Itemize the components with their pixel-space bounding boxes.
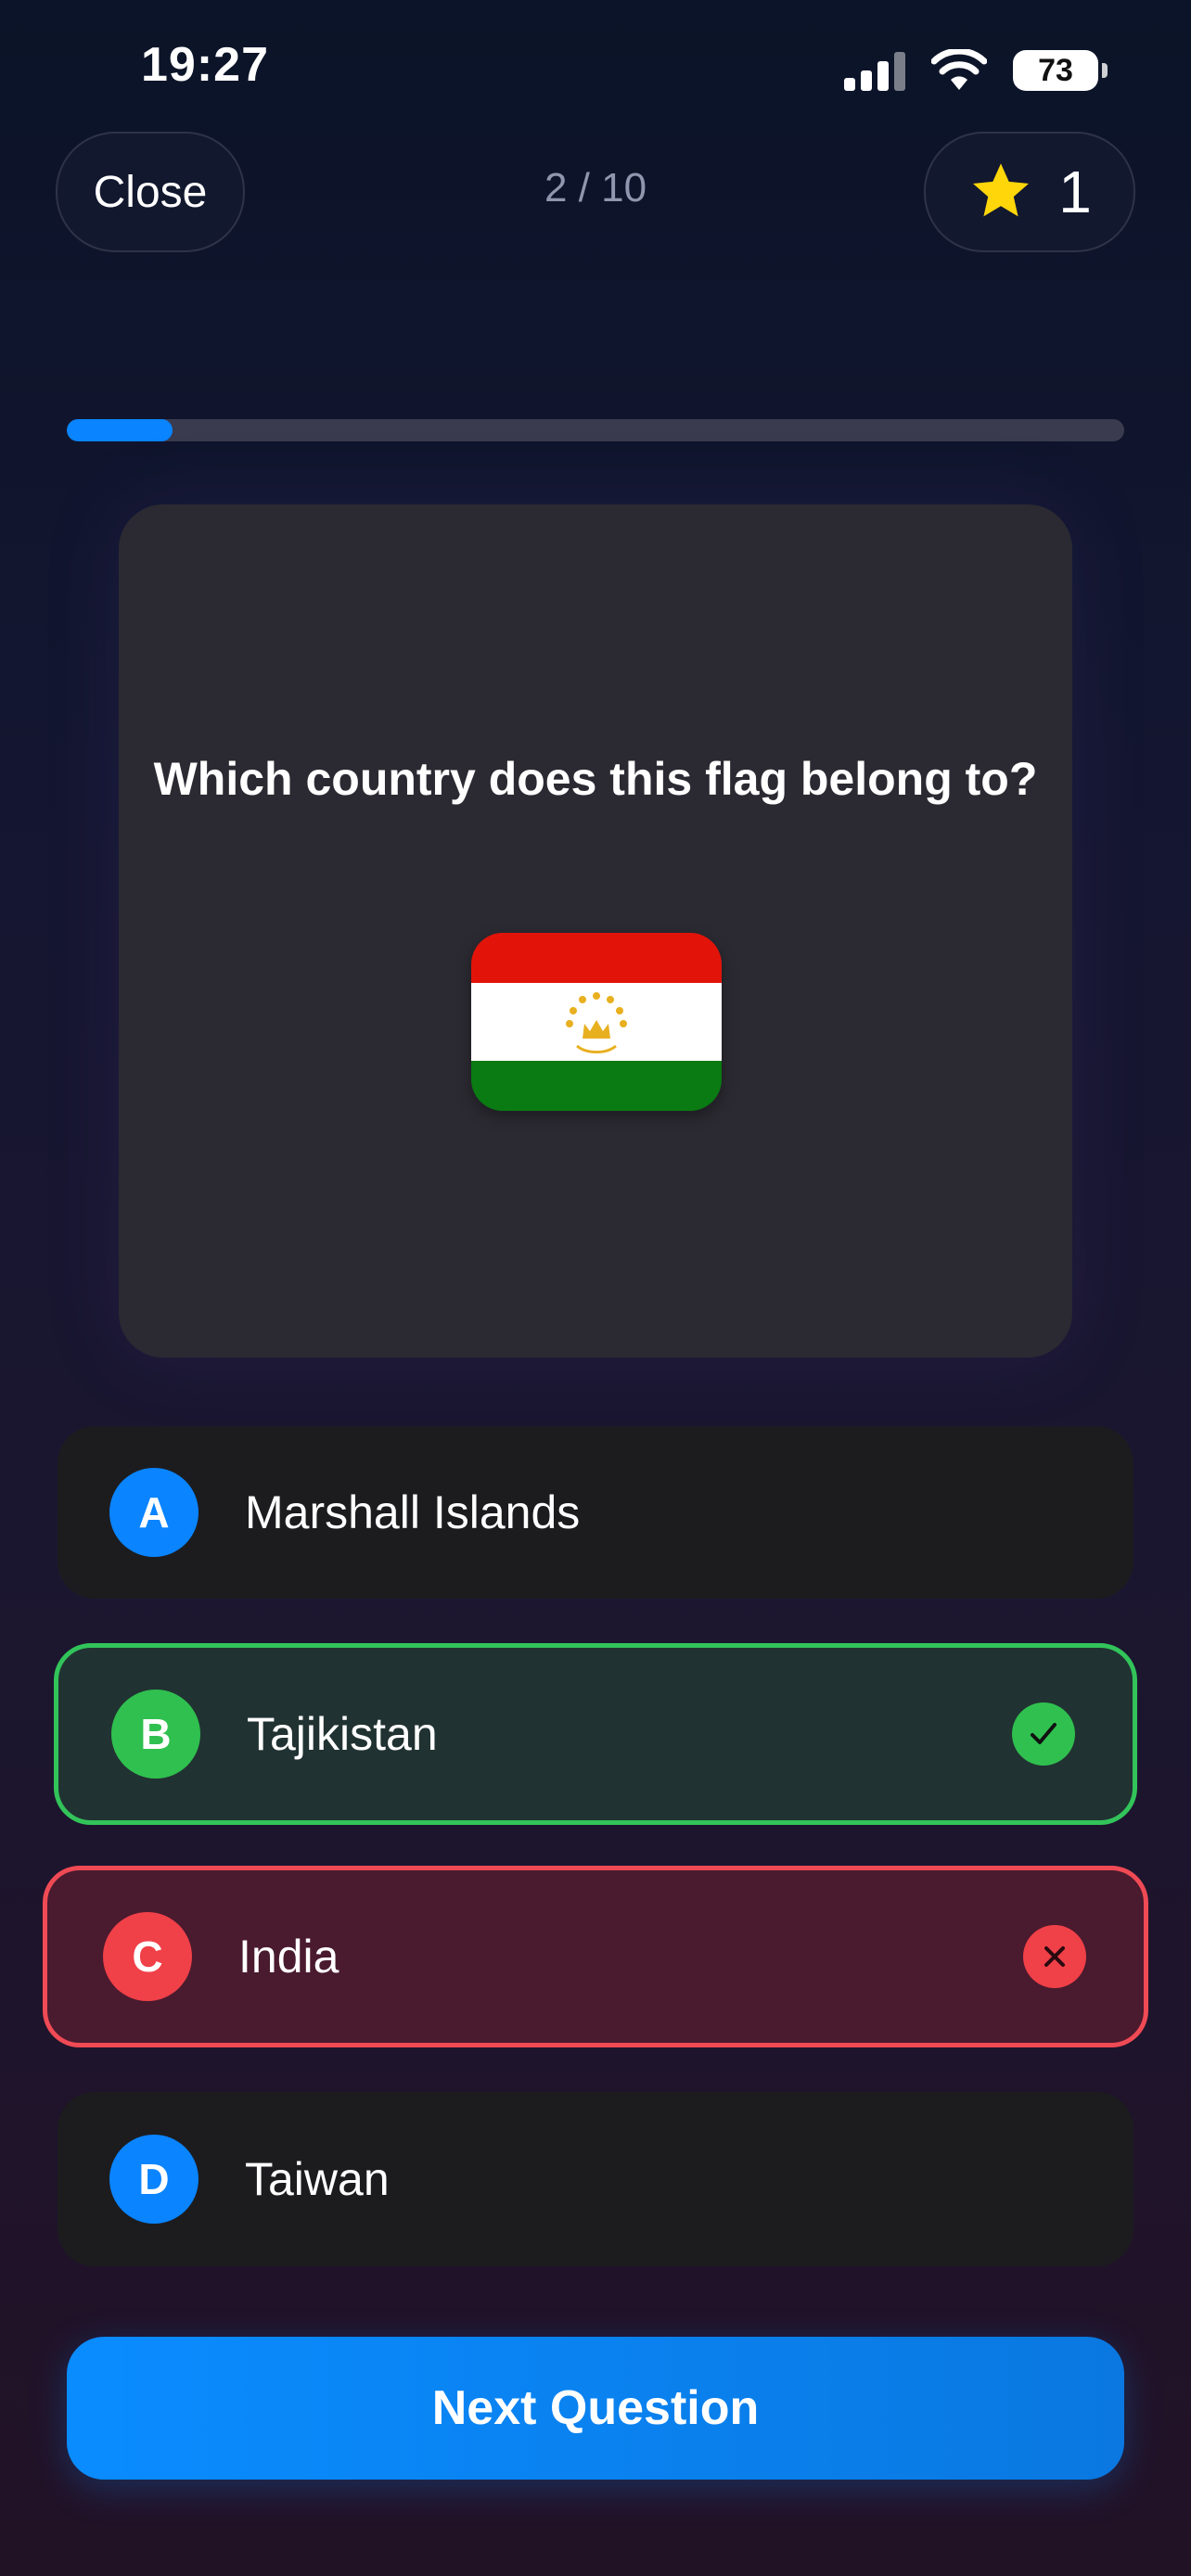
star-icon [973,163,1030,217]
option-b[interactable]: B Tajikistan [54,1643,1137,1825]
option-letter: D [109,2135,198,2224]
option-label: Tajikistan [247,1708,438,1760]
status-icons: 73 [844,45,1108,96]
option-d[interactable]: D Taiwan [58,2092,1133,2266]
option-letter: B [111,1690,200,1779]
option-a[interactable]: A Marshall Islands [58,1426,1133,1599]
option-label: Marshall Islands [245,1486,581,1538]
progress-fill [67,419,173,441]
option-label: Taiwan [245,2153,390,2205]
cellular-signal-icon [844,50,905,91]
wifi-icon [931,49,987,90]
option-letter: C [103,1912,192,2001]
battery-level: 73 [1038,52,1073,88]
option-label: India [238,1931,339,1983]
crown-emblem-icon [566,991,627,1054]
status-time: 19:27 [141,38,269,92]
progress-bar [67,419,1124,441]
battery-icon: 73 [1013,50,1108,91]
x-mark-icon [1023,1925,1086,1988]
flag-green-stripe [471,1061,722,1111]
checkmark-icon [1012,1702,1075,1766]
score-badge: 1 [924,132,1135,252]
option-letter: A [109,1468,198,1557]
option-c[interactable]: C India [43,1866,1148,2047]
score-value: 1 [1058,159,1092,225]
question-text: Which country does this flag belong to? [153,753,1038,805]
flag-white-stripe [471,982,722,1062]
next-question-button[interactable]: Next Question [67,2337,1124,2480]
flag-red-stripe [471,933,722,983]
flag-image [471,933,722,1111]
question-card: Which country does this flag belong to? [119,504,1072,1358]
